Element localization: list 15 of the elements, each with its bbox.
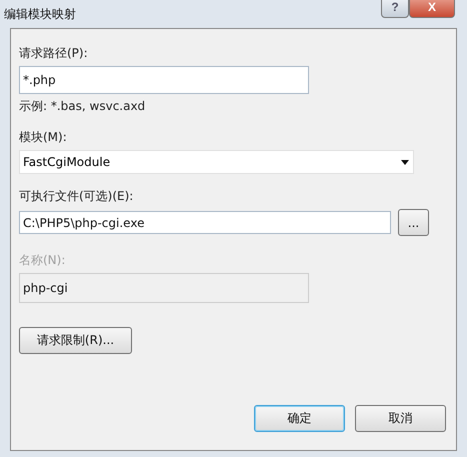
field-label: 可执行文件(可选)(E): <box>19 188 134 205</box>
field-label: 模块(M): <box>19 129 68 146</box>
cancel-button[interactable]: 取消 <box>355 405 446 432</box>
help-button[interactable]: ? <box>381 0 409 18</box>
field-label: 名称(N): <box>19 252 66 269</box>
request-restrictions-button[interactable]: 请求限制(R)... <box>19 327 132 354</box>
example-text: 示例: *.bas, wsvc.axd <box>19 98 146 115</box>
input-field[interactable]: C:\PHP5\php-cgi.exe <box>19 211 391 234</box>
caret-icon <box>401 160 409 164</box>
module-dropdown[interactable]: FastCgiModule <box>19 150 414 174</box>
input-field[interactable]: *.php <box>19 66 309 94</box>
field-label: 请求路径(P): <box>19 45 89 62</box>
window-title: 编辑模块映射 <box>4 6 76 23</box>
ok-button[interactable]: 确定 <box>254 405 345 432</box>
browse-button[interactable]: ... <box>398 209 429 236</box>
